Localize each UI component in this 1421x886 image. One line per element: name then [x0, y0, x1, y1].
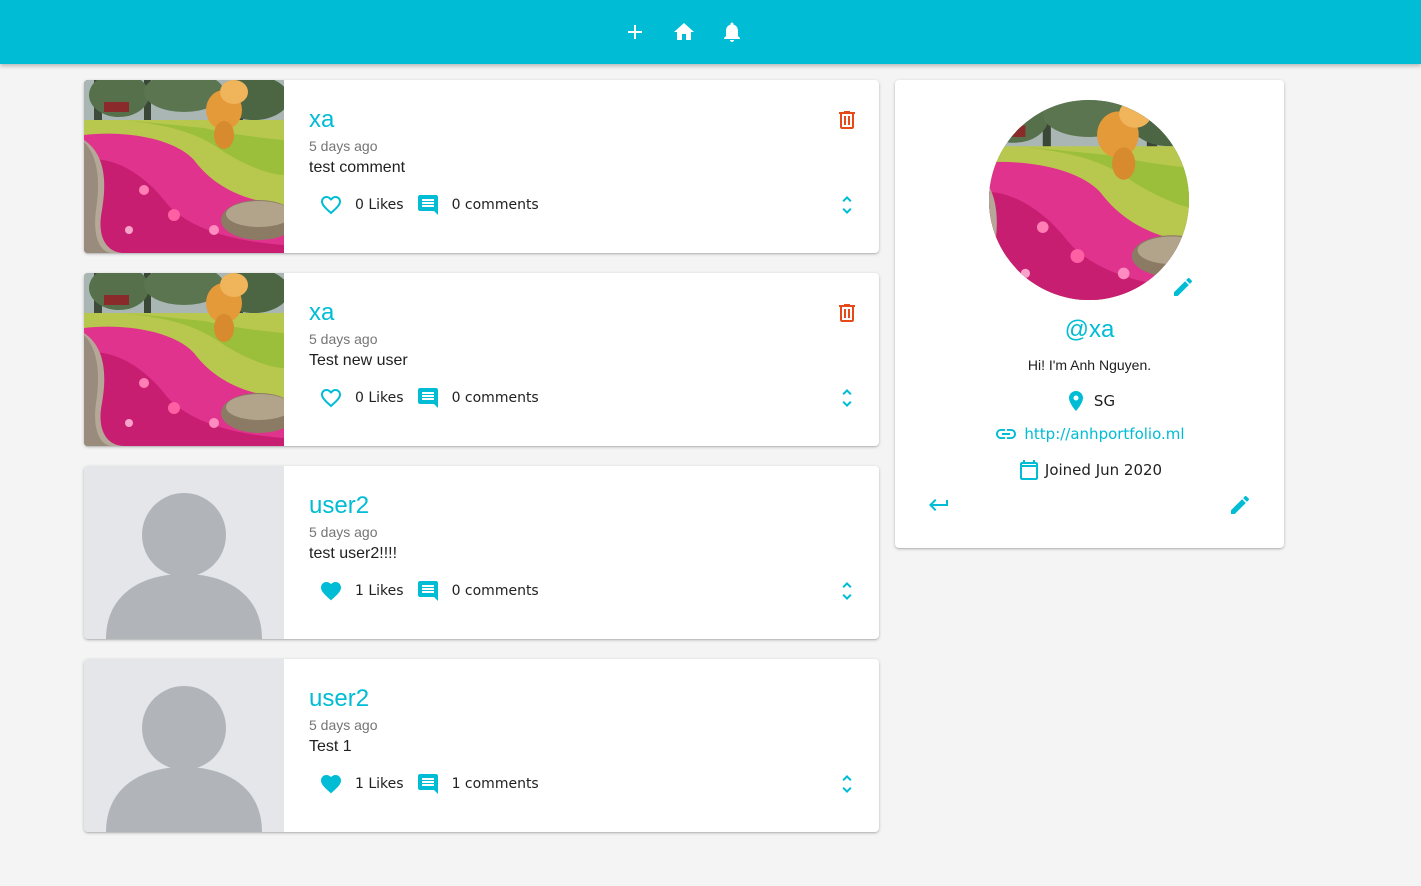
delete-post-button[interactable]	[835, 108, 859, 132]
unfold-more-icon	[842, 389, 852, 407]
comments-button[interactable]	[416, 579, 440, 603]
post-timestamp: 5 days ago	[309, 524, 378, 540]
pencil-icon	[1174, 277, 1193, 296]
post-user-image	[84, 273, 284, 446]
like-count: 1 Likes	[355, 583, 404, 599]
post-body-text: test user2!!!!	[309, 545, 398, 562]
like-count: 0 Likes	[355, 390, 404, 406]
post-user-image	[84, 659, 284, 832]
profile-image	[989, 100, 1189, 300]
like-button[interactable]	[319, 193, 343, 217]
post-username[interactable]: xa	[309, 299, 334, 327]
add-post-button[interactable]	[619, 16, 651, 48]
comments-button[interactable]	[416, 386, 440, 410]
pencil-icon	[1231, 495, 1250, 514]
comment-count: 0 comments	[451, 390, 539, 406]
default-avatar	[84, 659, 284, 832]
post-username[interactable]: xa	[309, 106, 334, 134]
unfold-more-icon	[842, 775, 852, 793]
edit-profile-button[interactable]	[1228, 493, 1252, 517]
expand-post-button[interactable]	[835, 772, 859, 796]
location-pin-icon	[1068, 391, 1083, 411]
profile-location: SG	[895, 389, 1284, 413]
comment-count: 0 comments	[451, 197, 539, 213]
comment-icon	[417, 774, 438, 794]
keyboard-return-icon	[929, 499, 948, 511]
comments-button[interactable]	[416, 193, 440, 217]
like-button[interactable]	[319, 579, 343, 603]
heart-filled-icon	[321, 775, 341, 794]
link-icon	[996, 429, 1017, 439]
post-card: user2 5 days ago Test 1 1 Likes 1 commen…	[84, 659, 879, 832]
comment-count: 1 comments	[451, 776, 539, 792]
post-actions: 1 Likes 1 comments	[319, 772, 539, 796]
post-timestamp: 5 days ago	[309, 331, 378, 347]
post-timestamp: 5 days ago	[309, 717, 378, 733]
comment-icon	[417, 195, 438, 215]
comment-icon	[417, 581, 438, 601]
post-card: xa 5 days ago Test new user 0 Likes 0 co…	[84, 273, 879, 446]
top-app-bar	[0, 0, 1421, 64]
like-button[interactable]	[319, 772, 343, 796]
post-user-image	[84, 466, 284, 639]
post-username[interactable]: user2	[309, 492, 369, 520]
delete-post-button[interactable]	[835, 301, 859, 325]
post-actions: 1 Likes 0 comments	[319, 579, 539, 603]
plus-icon	[628, 25, 642, 39]
like-count: 1 Likes	[355, 776, 404, 792]
post-username[interactable]: user2	[309, 685, 369, 713]
profile-website: http://anhportfolio.ml	[895, 422, 1284, 446]
post-timestamp: 5 days ago	[309, 138, 378, 154]
default-avatar	[84, 466, 284, 639]
trash-icon	[839, 304, 855, 322]
joined-text: Joined Jun 2020	[1044, 461, 1163, 479]
garden-photo	[989, 100, 1189, 300]
unfold-more-icon	[842, 196, 852, 214]
expand-post-button[interactable]	[835, 193, 859, 217]
post-card: xa 5 days ago test comment 0 Likes 0 com…	[84, 80, 879, 253]
logout-button[interactable]	[927, 493, 951, 517]
comments-button[interactable]	[416, 772, 440, 796]
post-body-text: Test 1	[309, 738, 352, 755]
post-body-text: test comment	[309, 159, 406, 176]
post-user-image	[84, 80, 284, 253]
person-icon	[106, 686, 262, 832]
home-icon	[674, 23, 694, 40]
post-body-text: Test new user	[309, 352, 408, 369]
notifications-button[interactable]	[716, 16, 748, 48]
person-icon	[106, 493, 262, 639]
home-button[interactable]	[668, 16, 700, 48]
profile-bio: Hi! I'm Anh Nguyen.	[1027, 357, 1152, 373]
profile-joined: Joined Jun 2020	[895, 458, 1284, 482]
website-link[interactable]: http://anhportfolio.ml	[1024, 425, 1184, 443]
comment-count: 0 comments	[451, 583, 539, 599]
like-count: 0 Likes	[355, 197, 404, 213]
expand-post-button[interactable]	[835, 579, 859, 603]
trash-icon	[839, 111, 855, 129]
edit-profile-image-button[interactable]	[1171, 275, 1195, 299]
garden-photo	[84, 80, 284, 253]
like-button[interactable]	[319, 386, 343, 410]
profile-card: @xa Hi! I'm Anh Nguyen. SG http://anhpor…	[895, 80, 1284, 548]
post-actions: 0 Likes 0 comments	[319, 193, 539, 217]
bell-icon	[724, 22, 740, 42]
garden-photo	[84, 273, 284, 446]
comment-icon	[417, 388, 438, 408]
unfold-more-icon	[842, 582, 852, 600]
calendar-icon	[1019, 460, 1038, 480]
heart-filled-icon	[321, 582, 341, 601]
heart-outline-icon	[321, 196, 341, 215]
location-text: SG	[1093, 392, 1116, 410]
heart-outline-icon	[321, 389, 341, 408]
post-actions: 0 Likes 0 comments	[319, 386, 539, 410]
expand-post-button[interactable]	[835, 386, 859, 410]
profile-handle[interactable]: @xa	[895, 316, 1284, 344]
post-card: user2 5 days ago test user2!!!! 1 Likes …	[84, 466, 879, 639]
